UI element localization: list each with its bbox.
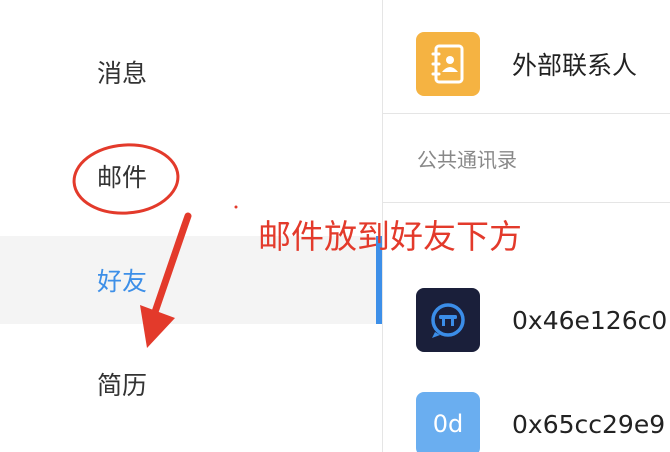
annotation-text: 邮件放到好友下方	[258, 217, 522, 256]
annotation-dot	[234, 205, 238, 209]
annotation-arrow	[151, 212, 192, 316]
annotation-circle	[72, 143, 180, 215]
